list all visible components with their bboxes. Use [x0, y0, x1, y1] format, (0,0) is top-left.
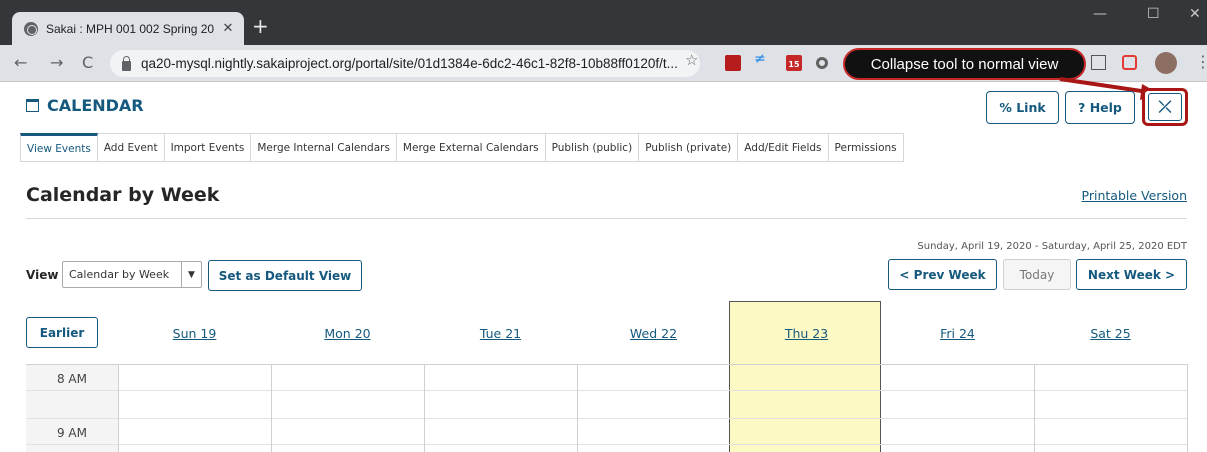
minimize-icon[interactable]: —	[1093, 6, 1107, 22]
day-header-thu-23[interactable]: Thu 23	[730, 326, 883, 341]
page-title: Calendar by Week	[26, 184, 220, 206]
browser-tab[interactable]: Sakai : MPH 001 002 Spring 2020 ✕	[12, 12, 244, 45]
url-text: qa20-mysql.nightly.sakaiproject.org/port…	[141, 56, 678, 71]
sakai-favicon-icon	[24, 21, 38, 36]
tab-close-icon[interactable]: ✕	[220, 21, 236, 36]
tab-permissions[interactable]: Permissions	[828, 133, 904, 161]
collapse-highlight: ⤫	[1142, 88, 1188, 126]
next-week-button[interactable]: Next Week >	[1076, 259, 1187, 290]
link-button[interactable]: % Link	[986, 91, 1059, 124]
column-line	[1034, 364, 1035, 452]
prev-week-button[interactable]: < Prev Week	[888, 259, 997, 290]
date-range: Sunday, April 19, 2020 - Saturday, April…	[917, 241, 1187, 252]
day-header-fri-24[interactable]: Fri 24	[881, 326, 1034, 341]
tool-nav: View Events Add Event Import Events Merge I…	[20, 133, 904, 162]
hour-label-9am: 9 AM	[56, 426, 87, 440]
tab-title: Sakai : MPH 001 002 Spring 2020	[46, 21, 214, 36]
browser-menu-icon[interactable]: ⋮	[1195, 52, 1207, 71]
tab-merge-external-calendars[interactable]: Merge External Calendars	[396, 133, 546, 161]
day-header-sun-19[interactable]: Sun 19	[118, 326, 271, 341]
hour-grid	[26, 364, 1187, 452]
tool-title: CALENDAR	[26, 96, 144, 115]
view-select-value: Calendar by Week	[69, 268, 170, 281]
lock-icon	[122, 55, 131, 71]
pdf-extension-icon[interactable]	[725, 55, 741, 71]
circle-extension-icon[interactable]	[816, 57, 828, 69]
profile-avatar[interactable]	[1155, 52, 1177, 74]
half-hour-line	[26, 390, 1187, 391]
pocket-extension-icon[interactable]	[1122, 55, 1137, 70]
chevron-down-icon: ▼	[181, 262, 201, 287]
new-tab-icon[interactable]: +	[252, 14, 269, 38]
tab-import-events[interactable]: Import Events	[164, 133, 252, 161]
today-button: Today	[1003, 259, 1071, 290]
set-default-view-button[interactable]: Set as Default View	[208, 260, 362, 291]
bookmark-star-icon[interactable]: ☆	[685, 51, 698, 69]
day-header-mon-20[interactable]: Mon 20	[271, 326, 424, 341]
tool-title-text: CALENDAR	[47, 96, 144, 115]
earlier-button[interactable]: Earlier	[26, 317, 98, 348]
screenshot-root: Sakai : MPH 001 002 Spring 2020 ✕ + — ☐ …	[0, 0, 1207, 452]
tab-merge-internal-calendars[interactable]: Merge Internal Calendars	[251, 133, 397, 161]
window-close-icon[interactable]: ✕	[1189, 6, 1201, 22]
column-line	[118, 364, 119, 452]
tab-publish-public[interactable]: Publish (public)	[545, 133, 640, 161]
day-header-wed-22[interactable]: Wed 22	[577, 326, 730, 341]
hour-line	[26, 418, 1187, 419]
help-button[interactable]: ? Help	[1065, 91, 1135, 124]
day-header-sat-25[interactable]: Sat 25	[1034, 326, 1187, 341]
day-header-tue-21[interactable]: Tue 21	[424, 326, 577, 341]
calendar-icon	[26, 99, 39, 112]
collapse-button[interactable]: ⤫	[1148, 93, 1182, 121]
half-hour-line	[26, 444, 1187, 445]
column-line	[577, 364, 578, 452]
calendar-extension-icon[interactable]: 15	[786, 55, 802, 71]
hour-label-8am: 8 AM	[56, 372, 87, 386]
maximize-icon[interactable]: ☐	[1147, 6, 1160, 22]
browser-tabstrip: Sakai : MPH 001 002 Spring 2020 ✕ + — ☐ …	[0, 0, 1207, 45]
address-bar[interactable]: qa20-mysql.nightly.sakaiproject.org/port…	[110, 50, 700, 77]
reload-icon[interactable]: C	[82, 53, 93, 72]
tab-add-edit-fields[interactable]: Add/Edit Fields	[738, 133, 829, 161]
forward-icon[interactable]: →	[50, 53, 63, 72]
column-line	[271, 364, 272, 452]
view-select[interactable]: Calendar by Week ▼	[62, 261, 202, 288]
back-icon[interactable]: ←	[14, 53, 27, 72]
column-line	[1187, 364, 1188, 452]
callout-annotation: Collapse tool to normal view	[843, 48, 1086, 80]
view-label: View	[26, 268, 59, 282]
collapse-icon: ⤫	[1158, 97, 1172, 116]
feather-extension-icon[interactable]: ≠	[754, 51, 770, 67]
heading-divider	[26, 218, 1187, 219]
clipboard-extension-icon[interactable]	[1091, 55, 1106, 70]
tab-publish-private[interactable]: Publish (private)	[639, 133, 739, 161]
printable-version-link[interactable]: Printable Version	[1082, 188, 1187, 203]
tab-add-event[interactable]: Add Event	[97, 133, 165, 161]
column-line	[424, 364, 425, 452]
tab-view-events[interactable]: View Events	[20, 133, 98, 161]
